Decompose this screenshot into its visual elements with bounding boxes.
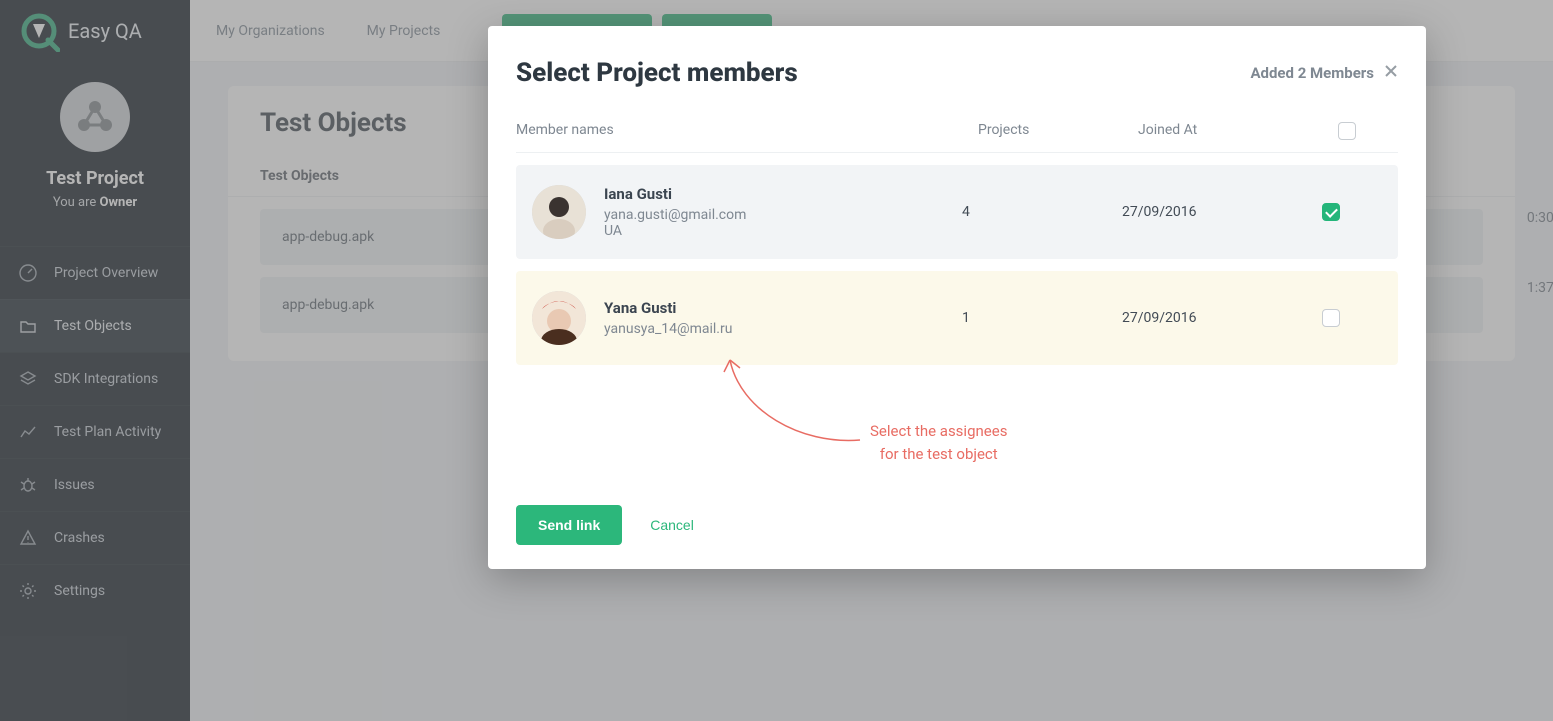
member-table-header: Member names Projects Joined At [516,114,1398,153]
added-members-text: Added 2 Members [1250,64,1374,82]
modal-actions: Send link Cancel [516,505,1398,545]
member-checkbox[interactable] [1322,203,1340,221]
member-joined: 27/09/2016 [1122,204,1322,220]
member-projects: 1 [962,310,1122,326]
member-row: Iana Gusti yana.gusti@gmail.com UA 4 27/… [516,165,1398,259]
member-joined: 27/09/2016 [1122,310,1322,326]
modal-title: Select Project members [516,58,798,88]
member-name: Iana Gusti [604,185,746,203]
member-location: UA [604,223,746,239]
select-all-checkbox[interactable] [1338,122,1356,140]
cancel-button[interactable]: Cancel [650,517,694,533]
header-projects: Projects [978,122,1138,140]
member-email: yana.gusti@gmail.com [604,207,746,223]
close-icon[interactable] [1384,64,1398,82]
member-checkbox[interactable] [1322,309,1340,327]
added-members-block: Added 2 Members [1250,64,1398,82]
member-projects: 4 [962,204,1122,220]
member-avatar [532,185,586,239]
member-avatar [532,291,586,345]
member-name: Yana Gusti [604,299,732,317]
header-joined: Joined At [1138,122,1338,140]
member-row: Yana Gusti yanusya_14@mail.ru 1 27/09/20… [516,271,1398,365]
member-email: yanusya_14@mail.ru [604,321,732,337]
modal-header: Select Project members Added 2 Members [516,58,1398,88]
send-link-button[interactable]: Send link [516,505,622,545]
select-members-modal: Select Project members Added 2 Members M… [488,26,1426,569]
header-names: Member names [516,122,978,140]
